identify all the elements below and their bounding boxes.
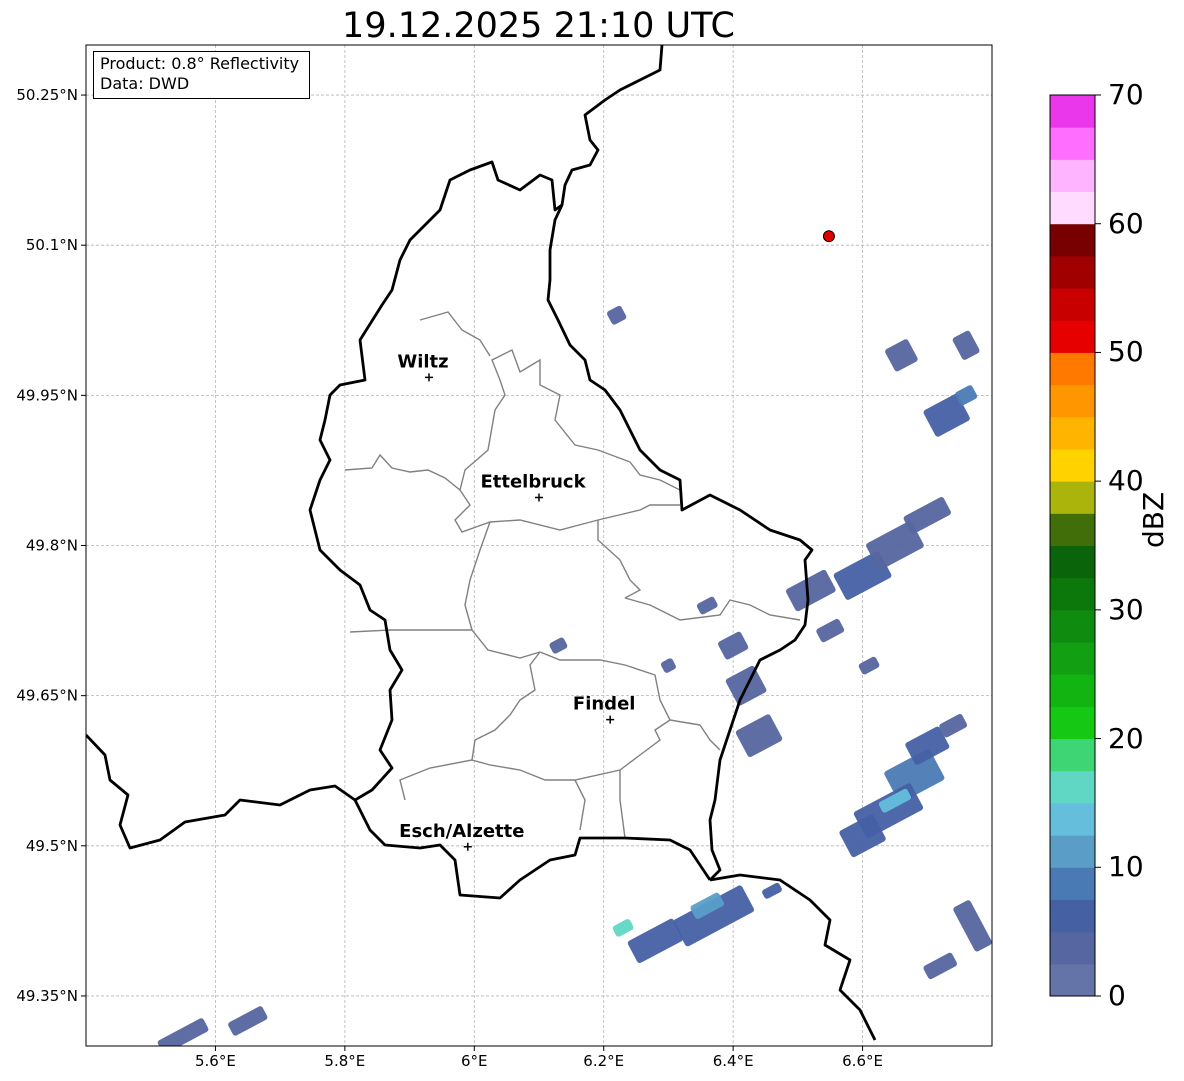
lat-tick-label-6: 50.25°N xyxy=(16,86,78,104)
colorbar-title: dBZ xyxy=(1137,491,1170,548)
colorbar-segment-26 xyxy=(1050,127,1095,160)
colorbar-segment-6 xyxy=(1050,770,1095,804)
colorbar-segment-11 xyxy=(1050,609,1095,643)
product-label: Product: 0.8° Reflectivity xyxy=(100,54,300,73)
colorbar-segment-18 xyxy=(1050,384,1095,418)
colorbar xyxy=(1049,94,1101,997)
colorbar-tick-label-0: 0 xyxy=(1108,979,1126,1012)
lat-tick-label-2: 49.65°N xyxy=(16,687,78,705)
colorbar-segment-0 xyxy=(1050,963,1095,997)
colorbar-tick-label-7: 70 xyxy=(1108,78,1144,111)
colorbar-segment-8 xyxy=(1050,706,1095,740)
lon-tick-label-2: 6°E xyxy=(461,1052,488,1070)
lat-tick-label-1: 49.5°N xyxy=(26,837,78,855)
colorbar-segment-12 xyxy=(1050,577,1095,611)
colorbar-segment-25 xyxy=(1050,159,1095,193)
colorbar-segment-22 xyxy=(1050,255,1095,289)
colorbar-segment-17 xyxy=(1050,416,1095,450)
colorbar-segment-9 xyxy=(1050,674,1095,707)
colorbar-tick-label-6: 60 xyxy=(1108,206,1144,240)
lon-tick-label-0: 5.6°E xyxy=(195,1052,236,1070)
colorbar-segment-4 xyxy=(1050,835,1095,868)
colorbar-segment-16 xyxy=(1050,448,1095,482)
colorbar-segment-14 xyxy=(1050,513,1095,546)
colorbar-segment-5 xyxy=(1050,802,1095,836)
lat-tick-label-5: 50.1°N xyxy=(26,236,78,254)
city-label-3: Esch/Alzette xyxy=(399,821,524,842)
colorbar-segment-23 xyxy=(1050,223,1095,257)
data-source-label: Data: DWD xyxy=(100,74,190,93)
colorbar-segment-19 xyxy=(1050,352,1095,386)
colorbar-segment-2 xyxy=(1050,899,1095,933)
radar-map[interactable]: Wiltz Ettelbruck Findel Esch/Alzette 5.6°E 5… xyxy=(0,0,1184,1081)
colorbar-tick-label-5: 50 xyxy=(1108,335,1144,369)
city-label-1: Ettelbruck xyxy=(480,471,586,492)
lon-tick-label-5: 6.6°E xyxy=(842,1052,883,1070)
product-info-box: Product: 0.8° Reflectivity Data: DWD xyxy=(93,51,310,99)
radar-site-marker[interactable] xyxy=(822,230,835,243)
lon-tick-label-3: 6.2°E xyxy=(583,1052,624,1070)
colorbar-segment-7 xyxy=(1050,738,1095,772)
colorbar-segment-27 xyxy=(1050,95,1095,128)
lon-tick-label-4: 6.4°E xyxy=(713,1052,754,1070)
colorbar-segment-3 xyxy=(1050,867,1095,900)
colorbar-segment-15 xyxy=(1050,481,1095,514)
colorbar-segment-1 xyxy=(1050,931,1095,965)
colorbar-tick-label-3: 30 xyxy=(1108,592,1144,626)
colorbar-tick-label-1: 10 xyxy=(1108,850,1144,884)
colorbar-segment-21 xyxy=(1050,288,1095,321)
colorbar-tick-label-2: 20 xyxy=(1108,721,1144,755)
colorbar-segment-10 xyxy=(1050,642,1095,675)
lat-tick-label-0: 49.35°N xyxy=(16,987,78,1005)
colorbar-segment-24 xyxy=(1050,191,1095,225)
colorbar-segment-20 xyxy=(1050,320,1095,353)
city-label-2: Findel xyxy=(573,694,636,715)
colorbar-segment-13 xyxy=(1050,545,1095,579)
lon-tick-label-1: 5.8°E xyxy=(324,1052,365,1070)
city-label-0: Wiltz xyxy=(397,351,448,372)
lat-tick-label-3: 49.8°N xyxy=(26,537,78,555)
lat-tick-label-4: 49.95°N xyxy=(16,386,78,404)
